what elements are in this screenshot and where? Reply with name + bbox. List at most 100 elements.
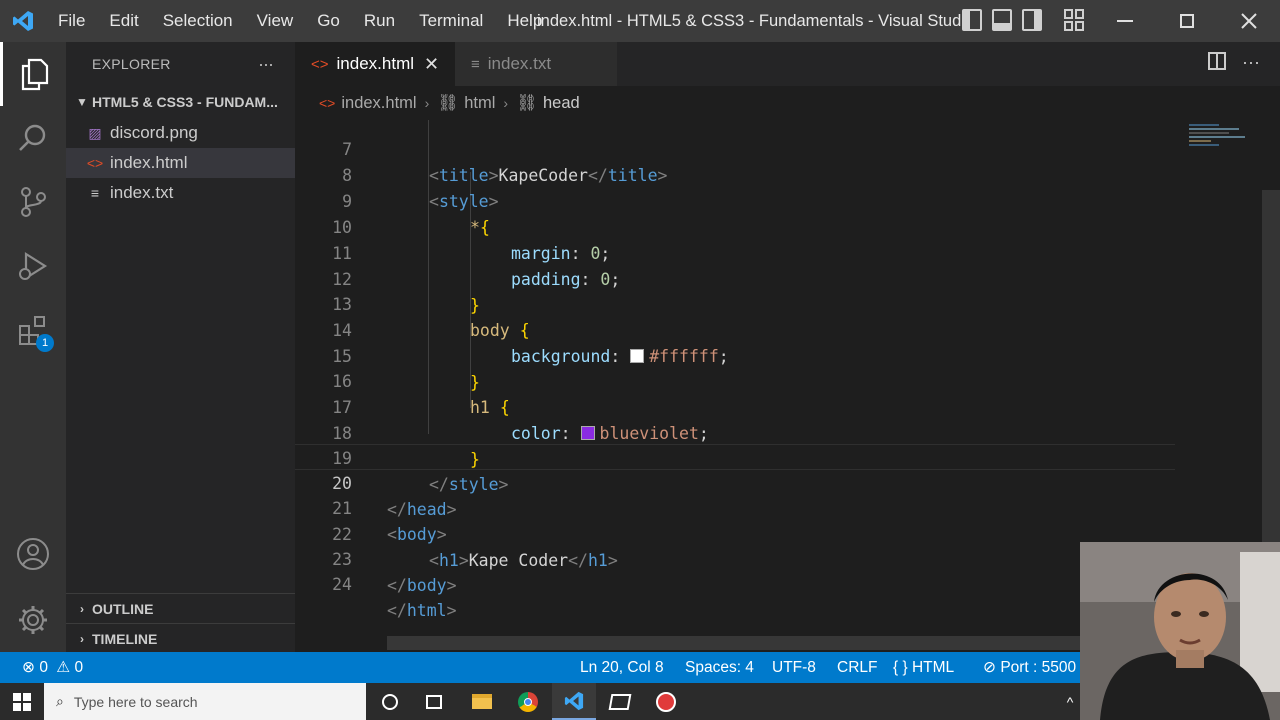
search-placeholder: Type here to search: [73, 693, 198, 710]
chevron-right-icon: ›: [424, 95, 430, 111]
image-icon: ▨: [88, 124, 102, 141]
extensions-icon[interactable]: 1: [0, 298, 66, 362]
menu-run[interactable]: Run: [352, 0, 407, 42]
live-server-port[interactable]: ⊘ Port : 5500: [983, 652, 1076, 683]
code-line: 19 </style>: [295, 420, 1175, 494]
code-line: 9 *{: [295, 163, 1175, 237]
encoding[interactable]: UTF-8: [772, 652, 816, 683]
chevron-down-icon: ▼: [76, 95, 88, 109]
language-label: HTML: [911, 659, 955, 676]
outline-section[interactable]: › OUTLINE: [66, 593, 295, 623]
toggle-sidebar-icon[interactable]: [962, 9, 982, 31]
tab-label: index.html: [336, 54, 415, 73]
menu-selection[interactable]: Selection: [151, 0, 245, 42]
minimize-button[interactable]: [1094, 0, 1156, 42]
menu-go[interactable]: Go: [305, 0, 352, 42]
code-line: 10 margin: 0;: [295, 189, 1175, 263]
title-bar: File Edit Selection View Go Run Terminal…: [0, 0, 1280, 42]
menu-edit[interactable]: Edit: [97, 0, 150, 42]
code-line: 7 <title>KapeCoder</title>: [295, 120, 1175, 185]
horizontal-scrollbar[interactable]: [387, 636, 1087, 650]
html-icon: <>: [311, 55, 329, 73]
cortana-icon[interactable]: [368, 683, 412, 720]
breadcrumb-head[interactable]: head: [543, 94, 580, 113]
chevron-right-icon: ›: [503, 95, 509, 111]
editor-tab-bar: <> index.html ✕ ≡ index.txt ···: [295, 42, 1280, 86]
task-view-icon[interactable]: [412, 683, 456, 720]
more-actions-icon[interactable]: ···: [258, 54, 274, 75]
close-window-button[interactable]: [1218, 0, 1280, 42]
token: body: [406, 576, 447, 595]
windows-start-icon[interactable]: [0, 683, 44, 720]
search-icon: ⌕: [56, 693, 64, 709]
source-control-icon[interactable]: [0, 170, 66, 234]
editor-actions: ···: [1208, 52, 1260, 73]
tab-index-txt[interactable]: ≡ index.txt: [455, 42, 617, 86]
close-tab-icon[interactable]: ✕: [424, 54, 439, 75]
end-of-line[interactable]: CRLF: [837, 652, 877, 683]
timeline-section[interactable]: › TIMELINE: [66, 623, 295, 653]
explorer-icon[interactable]: [0, 42, 66, 106]
taskbar-search-input[interactable]: ⌕ Type here to search: [44, 683, 366, 720]
vscode-taskbar-icon[interactable]: [552, 683, 596, 720]
menu-file[interactable]: File: [46, 0, 97, 42]
toggle-panel-icon[interactable]: [992, 9, 1012, 31]
code-line: 8 <style>: [295, 137, 1175, 211]
no-entry-icon: ⊘: [983, 659, 996, 676]
code-line: 16 h1 {: [295, 343, 1175, 417]
language-mode[interactable]: { } HTML: [893, 652, 954, 683]
html-icon: <>: [86, 155, 104, 171]
current-code-line: 20 </head>: [295, 444, 1175, 519]
file-item-discord-png[interactable]: ▨ discord.png: [66, 118, 295, 148]
toggle-secondary-sidebar-icon[interactable]: [1022, 9, 1042, 31]
file-item-index-html[interactable]: <> index.html: [66, 148, 295, 178]
code-line: 18 }: [295, 395, 1175, 469]
extensions-badge: 1: [36, 334, 54, 352]
element-icon: ⛓: [437, 93, 459, 112]
app-icon[interactable]: [598, 683, 642, 720]
menu-terminal[interactable]: Terminal: [407, 0, 495, 42]
problems-indicator[interactable]: ⊗ 0 ⚠ 0: [22, 652, 83, 683]
element-icon: ⛓: [516, 93, 537, 112]
code-line: 17 color: blueviolet;: [295, 369, 1175, 443]
menu-bar: File Edit Selection View Go Run Terminal…: [46, 0, 554, 42]
split-editor-icon[interactable]: [1208, 52, 1227, 70]
menu-view[interactable]: View: [245, 0, 306, 42]
chrome-icon[interactable]: [506, 683, 550, 720]
window-controls: [1094, 0, 1280, 42]
more-actions-icon[interactable]: ···: [1242, 52, 1260, 73]
code-line: 13 body {: [295, 266, 1175, 340]
breadcrumb-file[interactable]: index.html: [341, 94, 416, 113]
workspace-folder[interactable]: ▼ HTML5 & CSS3 - FUNDAM...: [66, 86, 295, 118]
code-line: 14 background: #ffffff;: [295, 292, 1175, 366]
warning-icon: ⚠: [56, 659, 71, 676]
search-icon[interactable]: [0, 106, 66, 170]
line-number: 24: [332, 575, 352, 594]
restore-button[interactable]: [1156, 0, 1218, 42]
explorer-title: EXPLORER: [92, 56, 171, 72]
file-item-index-txt[interactable]: ≡ index.txt: [66, 178, 295, 208]
chevron-right-icon: ›: [80, 601, 84, 616]
file-explorer-icon[interactable]: [460, 683, 504, 720]
code-line: 23 </body>: [295, 521, 1175, 595]
html-icon: <>: [319, 95, 336, 111]
cursor-position[interactable]: Ln 20, Col 8: [580, 652, 664, 683]
explorer-header: EXPLORER ···: [66, 42, 295, 86]
file-label: index.html: [110, 153, 188, 172]
run-debug-icon[interactable]: [0, 234, 66, 298]
activity-bar: 1: [0, 42, 66, 652]
manage-gear-icon[interactable]: [0, 588, 66, 652]
vscode-logo-icon: [0, 0, 46, 42]
code-editor[interactable]: 7 <title>KapeCoder</title> 8 <style> 9 *…: [295, 120, 1175, 652]
accounts-icon[interactable]: [0, 522, 66, 586]
token: html: [406, 601, 447, 620]
tab-index-html[interactable]: <> index.html ✕: [295, 42, 455, 86]
port-label: Port : 5500: [1000, 659, 1077, 676]
customize-layout-icon[interactable]: [1064, 9, 1084, 31]
recorder-icon[interactable]: [644, 683, 688, 720]
warning-count: 0: [74, 659, 84, 676]
code-line: 21 <body>: [295, 470, 1175, 544]
indentation[interactable]: Spaces: 4: [685, 652, 754, 683]
code-line: 15 }: [295, 318, 1175, 392]
breadcrumb-html[interactable]: html: [464, 94, 495, 113]
